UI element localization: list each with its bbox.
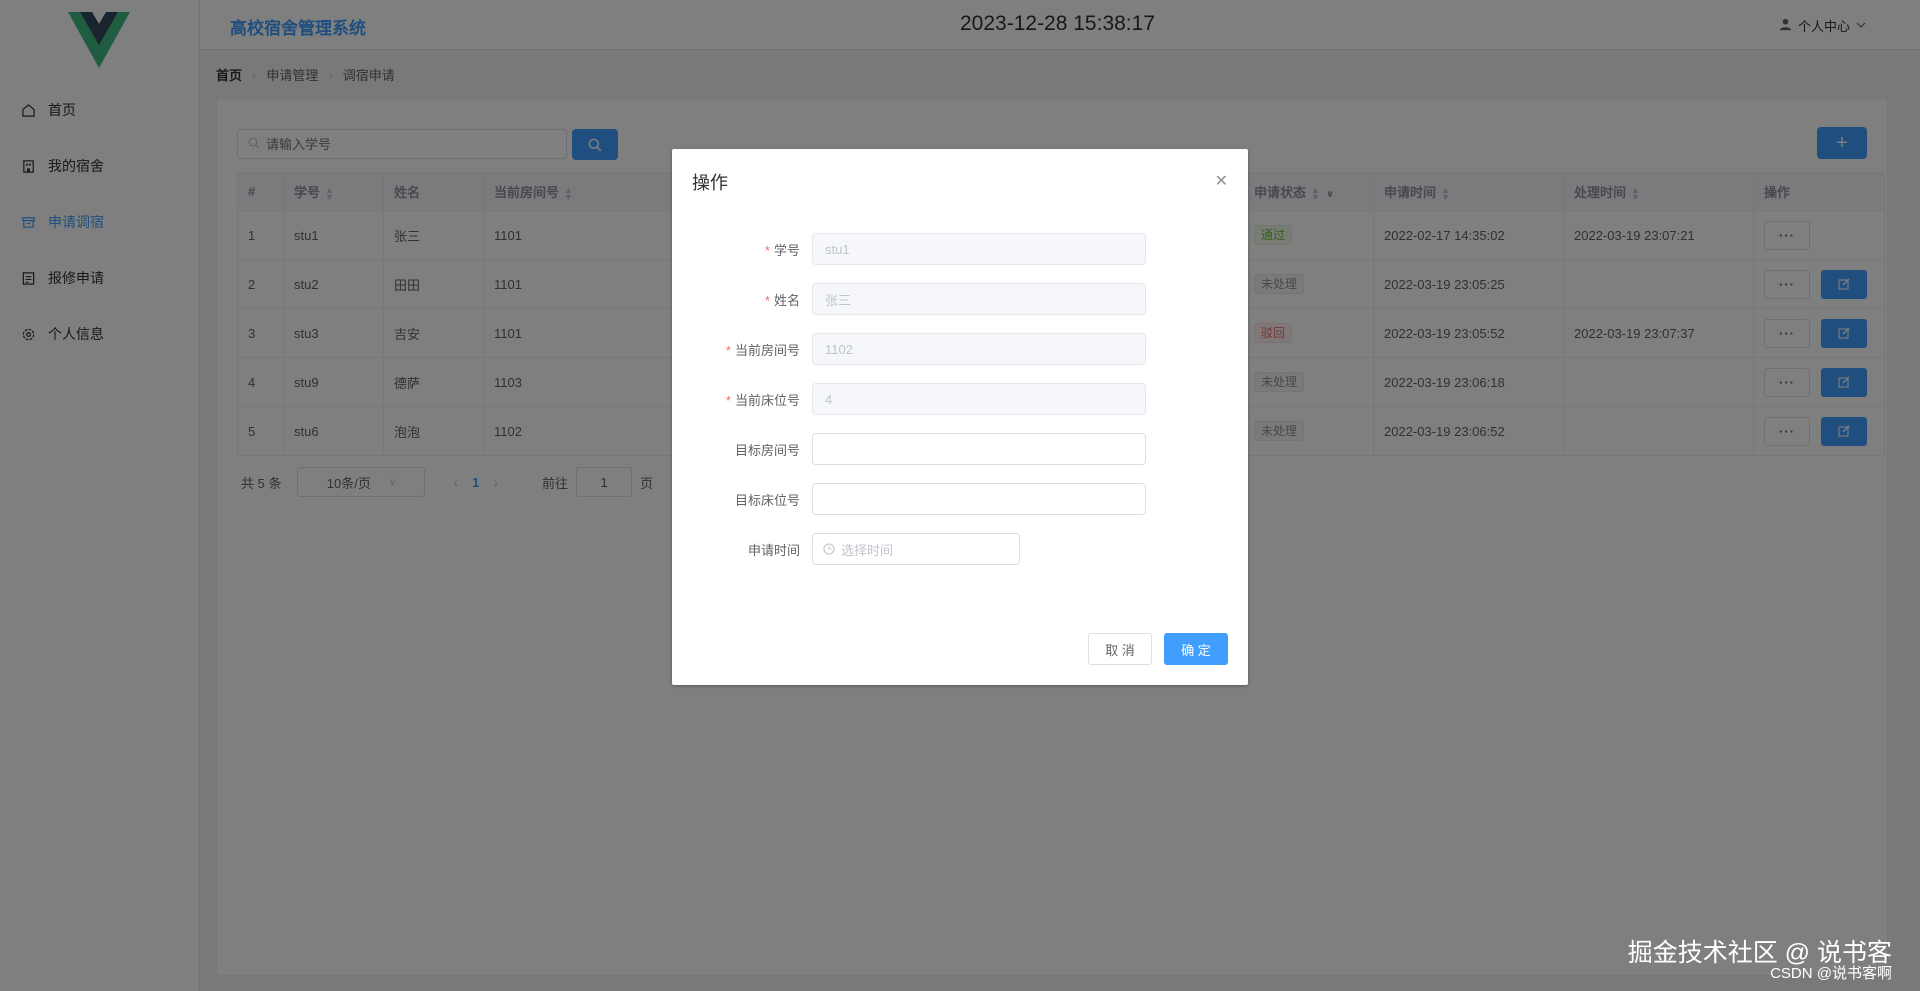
form-row-current-bed: * 当前床位号 4: [672, 383, 1248, 415]
form-row-student-id: * 学号 stu1: [672, 233, 1248, 265]
target-room-input[interactable]: [812, 433, 1146, 465]
field-label: * 当前床位号: [725, 392, 800, 408]
operation-dialog: 操作 ✕ * 学号 stu1 * 姓名 张三 * 当前房间号 1102 * 当前床位号 …: [672, 149, 1248, 685]
current-bed-field: 4: [812, 383, 1146, 415]
required-mark: *: [764, 242, 770, 258]
dialog-form: * 学号 stu1 * 姓名 张三 * 当前房间号 1102 * 当前床位号 4 目标房…: [672, 233, 1248, 583]
required-mark: *: [725, 392, 731, 408]
apply-time-picker[interactable]: 选择时间: [812, 533, 1020, 565]
dialog-title: 操作: [692, 173, 728, 193]
field-label: 申请时间: [747, 542, 800, 558]
time-placeholder: 选择时间: [841, 542, 894, 558]
confirm-button[interactable]: 确 定: [1164, 633, 1228, 665]
current-room-field: 1102: [812, 333, 1146, 365]
dialog-footer: 取 消 确 定: [1088, 633, 1228, 665]
student-id-field: stu1: [812, 233, 1146, 265]
form-row-target-room: 目标房间号: [672, 433, 1248, 465]
cancel-button[interactable]: 取 消: [1088, 633, 1152, 665]
form-row-target-bed: 目标床位号: [672, 483, 1248, 515]
watermark-csdn: CSDN @说书客啊: [1770, 965, 1892, 982]
field-label: 目标房间号: [734, 442, 800, 458]
form-row-name: * 姓名 张三: [672, 283, 1248, 315]
name-field: 张三: [812, 283, 1146, 315]
form-row-current-room: * 当前房间号 1102: [672, 333, 1248, 365]
required-mark: *: [725, 342, 731, 358]
field-label: * 当前房间号: [725, 342, 800, 358]
field-label: * 姓名: [764, 292, 800, 308]
form-row-apply-time: 申请时间 选择时间: [672, 533, 1248, 565]
required-mark: *: [764, 292, 770, 308]
target-bed-input[interactable]: [812, 483, 1146, 515]
field-label: 目标床位号: [734, 492, 800, 508]
field-label: * 学号: [764, 242, 800, 258]
clock-icon: [823, 543, 835, 555]
close-icon[interactable]: ✕: [1215, 171, 1228, 191]
